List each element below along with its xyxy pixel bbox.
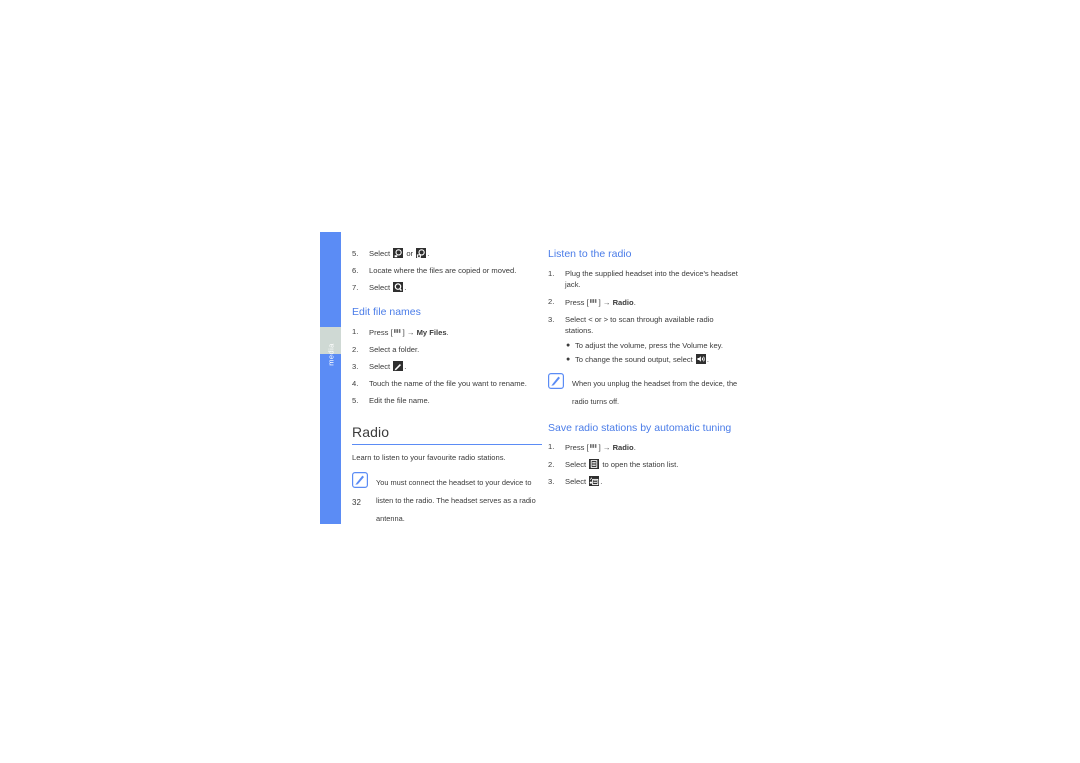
note-icon bbox=[548, 372, 565, 389]
list-item: 3. Select . bbox=[548, 476, 738, 487]
step-text-bold: Radio bbox=[612, 297, 634, 307]
section-heading-save-radio-stations: Save radio stations by automatic tuning bbox=[548, 421, 732, 434]
bullet-dot: ● bbox=[566, 341, 571, 349]
list-item: 1. Plug the supplied headset into the dev… bbox=[548, 268, 738, 290]
note-box-unplug: When you unplug the headset from the dev… bbox=[548, 372, 738, 409]
step-text: Touch the name of the file you want to r… bbox=[369, 378, 527, 388]
step-number: 5. bbox=[352, 249, 359, 258]
step-text: Press [ bbox=[565, 297, 589, 307]
step-text: Plug the supplied headset into the devic… bbox=[565, 268, 738, 289]
step-text: Press [ bbox=[565, 443, 589, 452]
list-item: 2. Select to open the station list. bbox=[548, 459, 738, 470]
step-number: 1. bbox=[352, 326, 359, 336]
bullet-dot: ● bbox=[566, 355, 571, 363]
right-column: Listen to the radio 1. Plug the supplied … bbox=[548, 248, 738, 493]
confirm-icon bbox=[393, 282, 404, 292]
list-item: 2. Press [ ] → Radio. bbox=[548, 296, 738, 308]
bullet-text: To adjust the volume, press the Volume k… bbox=[575, 340, 724, 350]
step-number: 2. bbox=[548, 296, 555, 306]
step-text-post: ] → bbox=[598, 297, 613, 307]
listen-steps-list: 1. Plug the supplied headset into the dev… bbox=[548, 268, 738, 365]
note-text: When you unplug the headset from the dev… bbox=[572, 378, 738, 406]
step-text: Select a folder. bbox=[369, 344, 420, 354]
list-item: 5. Edit the file name. bbox=[352, 395, 542, 406]
step-text: Locate where the files are copied or mov… bbox=[369, 266, 517, 275]
step-number: 3. bbox=[548, 314, 555, 324]
step-number: 5. bbox=[352, 395, 359, 405]
title-divider bbox=[352, 443, 542, 445]
note-box-headset: You must connect the headset to your dev… bbox=[352, 471, 542, 526]
list-item: 5. Select or . bbox=[352, 248, 542, 259]
step-text-post: . bbox=[404, 361, 407, 371]
step-text-tail: . bbox=[633, 297, 636, 307]
list-item: 2. Select a folder. bbox=[352, 344, 542, 355]
chapter-tab-media: media bbox=[320, 232, 341, 524]
list-item: ● To adjust the volume, press the Volume … bbox=[565, 340, 738, 351]
continued-steps-list: 5. Select or . 6. Locate where the files a… bbox=[352, 248, 542, 293]
step-text: Edit the file name. bbox=[369, 395, 430, 405]
list-item: 4. Touch the name of the file you want to… bbox=[352, 378, 542, 389]
page-title-radio: Radio bbox=[352, 423, 390, 440]
list-item: 3. Select < or > to scan through availabl… bbox=[548, 314, 738, 365]
menu-key-icon bbox=[393, 326, 403, 336]
section-heading-listen-to-radio: Listen to the radio bbox=[548, 248, 632, 260]
note-icon bbox=[352, 471, 369, 488]
pencil-icon bbox=[393, 360, 404, 371]
step-number: 1. bbox=[548, 442, 555, 451]
step-text: Select bbox=[565, 477, 589, 486]
step-number: 1. bbox=[548, 268, 555, 278]
left-column: 5. Select or . 6. Locate where the files a… bbox=[352, 248, 542, 530]
step-text-post: . bbox=[427, 249, 430, 258]
listen-bullets: ● To adjust the volume, press the Volume … bbox=[565, 340, 738, 365]
step-text: Select bbox=[369, 249, 393, 258]
step-text-post: . bbox=[404, 283, 407, 292]
manual-page: media 5. Select or . 6. Locate where the f… bbox=[320, 230, 740, 530]
step-text: Select bbox=[369, 361, 393, 371]
step-text-bold: My Files bbox=[416, 327, 447, 337]
step-number: 7. bbox=[352, 283, 359, 292]
step-text-post: . bbox=[600, 477, 603, 486]
list-item: 7. Select . bbox=[352, 282, 542, 293]
bullet-text-post: . bbox=[706, 354, 710, 364]
step-text-post: ] → bbox=[598, 443, 613, 452]
speaker-icon bbox=[695, 353, 706, 364]
step-text-tail: . bbox=[446, 327, 449, 337]
copy-icon bbox=[393, 248, 404, 258]
list-item: 6. Locate where the files are copied or m… bbox=[352, 265, 542, 276]
menu-key-icon bbox=[589, 441, 599, 451]
list-item: 1. Press [ ] → Radio. bbox=[548, 441, 738, 453]
step-text-post: ] → bbox=[402, 327, 417, 337]
step-text: Press [ bbox=[369, 327, 393, 337]
list-icon bbox=[589, 459, 600, 469]
list-item: 1. Press [ ] → My Files. bbox=[352, 326, 542, 338]
chapter-tab-label: media bbox=[326, 343, 336, 366]
list-item: 3. Select . bbox=[352, 360, 542, 372]
note-text: You must connect the headset to your dev… bbox=[376, 477, 536, 523]
section-heading-edit-file-names: Edit file names bbox=[352, 306, 421, 318]
radio-lead-text: Learn to listen to your favourite radio … bbox=[352, 452, 506, 462]
step-text-tail: . bbox=[633, 443, 636, 452]
menu-key-icon bbox=[589, 296, 599, 306]
step-text: Select bbox=[565, 460, 589, 469]
step-text: Select < or > to scan through available … bbox=[565, 314, 714, 335]
edit-file-names-steps: 1. Press [ ] → My Files. 2. Select a folder… bbox=[352, 326, 542, 406]
step-number: 4. bbox=[352, 378, 359, 388]
step-number: 2. bbox=[352, 344, 359, 354]
auto-tune-icon bbox=[589, 476, 600, 486]
step-number: 2. bbox=[548, 460, 555, 469]
page-number: 32 bbox=[352, 498, 361, 507]
step-text-post: to open the station list. bbox=[600, 460, 679, 469]
list-item: ● To change the sound output, select . bbox=[565, 353, 738, 365]
save-stations-steps-list: 1. Press [ ] → Radio. 2. Select to open the… bbox=[548, 441, 738, 487]
step-text: Select bbox=[369, 283, 393, 292]
step-number: 6. bbox=[352, 266, 359, 275]
step-text-bold: Radio bbox=[612, 443, 634, 452]
step-number: 3. bbox=[352, 361, 359, 371]
move-icon bbox=[416, 248, 427, 258]
bullet-text: To change the sound output, select bbox=[575, 354, 695, 364]
step-text-mid: or bbox=[404, 249, 416, 258]
step-number: 3. bbox=[548, 477, 555, 486]
